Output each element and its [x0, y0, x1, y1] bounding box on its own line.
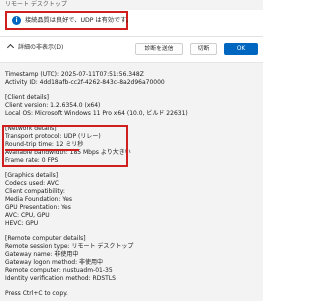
- activity-id-line: Activity ID: 4dd18afb-cc2f-4262-843c-8a2…: [5, 79, 165, 86]
- status-message: 接続品質は良好で、UDP は有効です。: [25, 17, 132, 24]
- divider: [0, 36, 263, 37]
- connection-status-banner: i 接続品質は良好で、UDP は有効です。: [5, 11, 132, 30]
- avc-line: AVC: CPU, GPU: [5, 212, 50, 219]
- timestamp-line: Timestamp (UTC): 2025-07-11T07:51:56.348…: [5, 71, 144, 78]
- media-foundation-line: Media Foundation: Yes: [5, 196, 73, 203]
- info-icon: i: [12, 16, 21, 25]
- identity-verification-line: Identity verification method: RDSTLS: [5, 275, 116, 282]
- copy-hint: Press Ctrl+C to copy.: [5, 290, 68, 297]
- send-diagnostics-button[interactable]: 診断を送信: [135, 43, 183, 55]
- hevc-line: HEVC: GPU: [5, 220, 39, 227]
- remote-details-header: [Remote computer details]: [5, 235, 86, 242]
- title-bar: リモート デスクトップ: [0, 0, 263, 10]
- disconnect-button[interactable]: 切断: [190, 43, 217, 55]
- chevron-up-icon: [6, 43, 16, 53]
- network-highlight-box: [2, 125, 128, 167]
- details-panel: Timestamp (UTC): 2025-07-11T07:51:56.348…: [0, 62, 263, 301]
- local-os-line: Local OS: Microsoft Windows 11 Pro x64 (…: [5, 110, 188, 117]
- transport-underline: [5, 149, 79, 151]
- window-title: リモート デスクトップ: [5, 1, 67, 8]
- hide-details-toggle[interactable]: 詳細の非表示(D): [6, 43, 63, 53]
- client-version-line: Client version: 1.2.6354.0 (x64): [5, 102, 101, 109]
- client-compat-line: Client compatibility:: [5, 188, 65, 195]
- session-type-line: Remote session type: リモート デスクトップ: [5, 243, 134, 250]
- hide-details-label: 詳細の非表示(D): [18, 44, 64, 51]
- remote-computer-line: Remote computer: nustuadm-01-35: [5, 267, 113, 274]
- gpu-presentation-line: GPU Presentation: Yes: [5, 204, 71, 211]
- gateway-name-line: Gateway name: 非使用中: [5, 251, 79, 258]
- graphics-details-header: [Graphics details]: [5, 172, 59, 179]
- codecs-line: Codecs used: AVC: [5, 180, 60, 187]
- ok-button[interactable]: OK: [224, 43, 258, 55]
- gateway-logon-line: Gateway logon method: 非使用中: [5, 259, 104, 266]
- client-details-header: [Client details]: [5, 94, 49, 101]
